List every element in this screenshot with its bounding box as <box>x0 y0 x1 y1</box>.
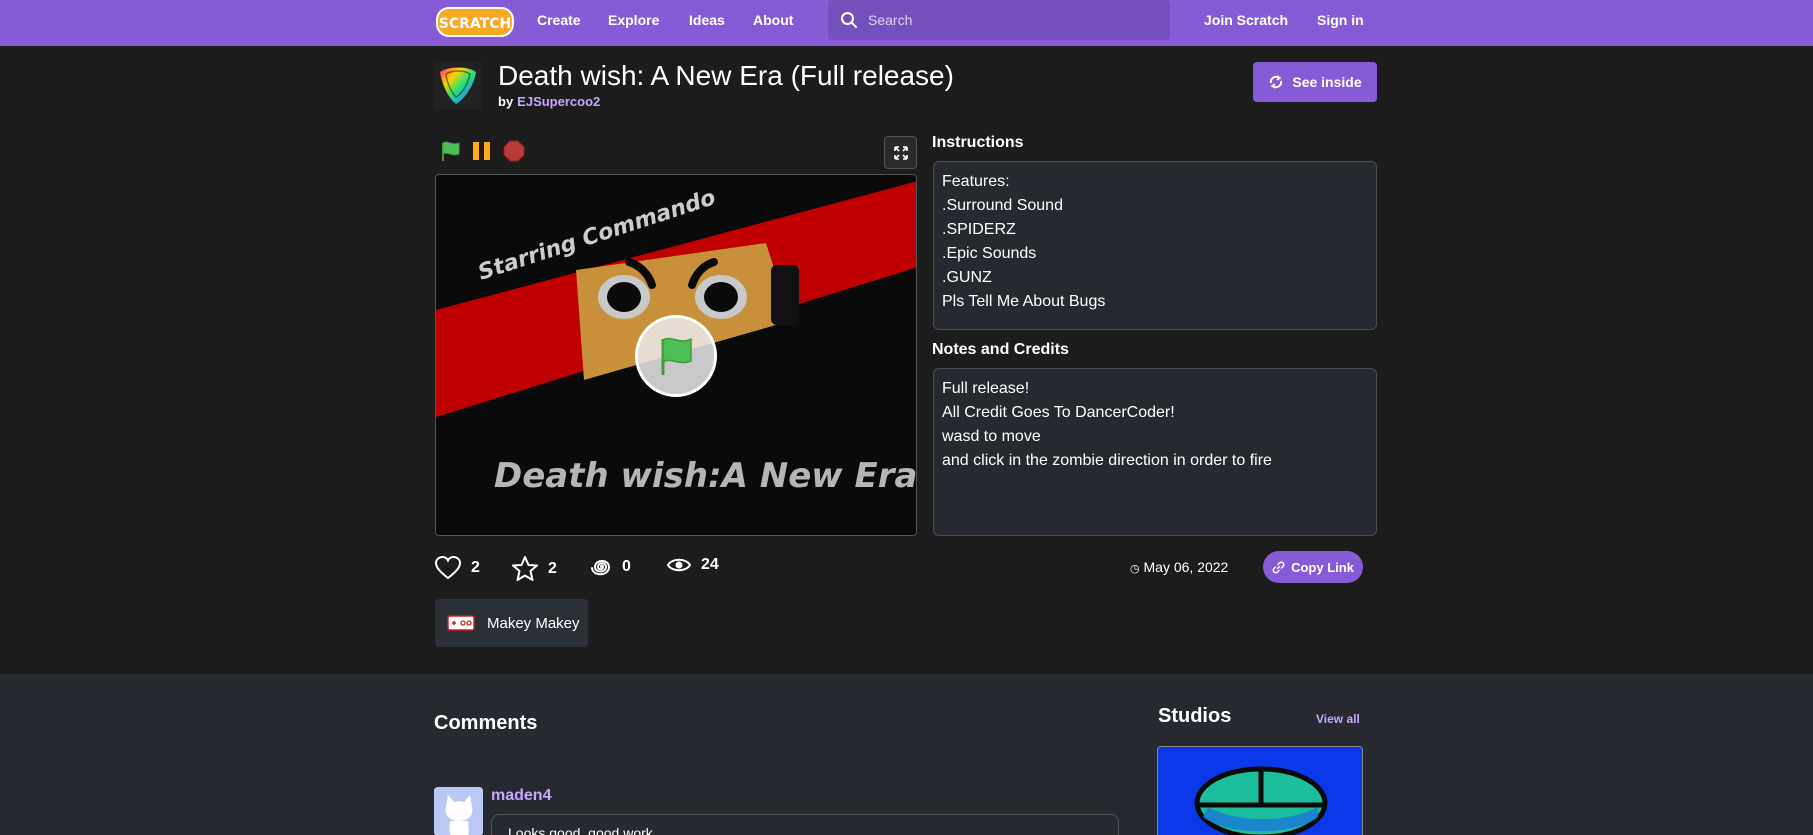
heart-icon <box>435 556 461 580</box>
stop-icon[interactable] <box>503 140 525 162</box>
instructions-line: .Surround Sound <box>942 197 1063 214</box>
project-byline: by EJSupercoo2 <box>498 94 600 109</box>
project-thumbnail <box>434 62 482 110</box>
copy-link-button[interactable]: Copy Link <box>1263 551 1363 583</box>
avatar[interactable] <box>434 787 483 835</box>
nav-ideas[interactable]: Ideas <box>689 12 725 28</box>
instructions-line: .SPIDERZ <box>942 221 1016 238</box>
comments-heading: Comments <box>434 712 538 734</box>
studios-heading: Studios <box>1158 705 1232 727</box>
studio-thumbnail[interactable] <box>1157 746 1363 835</box>
share-date: ◷ May 06, 2022 <box>1130 559 1228 575</box>
remix-arrows-icon <box>1270 75 1283 89</box>
instructions-heading: Instructions <box>932 134 1024 151</box>
favorite-stat[interactable]: 2 <box>512 556 557 581</box>
pause-icon[interactable] <box>471 140 493 162</box>
extension-label: Makey Makey <box>487 614 580 632</box>
project-title: Death wish: A New Era (Full release) <box>498 60 954 91</box>
see-inside-label: See inside <box>1292 74 1362 90</box>
star-icon <box>512 556 538 581</box>
green-flag-icon[interactable] <box>440 140 462 162</box>
notes-heading: Notes and Credits <box>932 341 1069 358</box>
notes-line: All Credit Goes To DancerCoder! <box>942 404 1175 421</box>
remix-spiral-icon <box>591 560 611 576</box>
green-flag-icon <box>661 337 692 375</box>
comment-text: Looks good, good work <box>508 825 653 835</box>
love-stat[interactable]: 2 <box>435 556 480 580</box>
author-link[interactable]: EJSupercoo2 <box>517 94 600 109</box>
share-date-text: May 06, 2022 <box>1143 559 1229 575</box>
see-inside-button[interactable]: See inside <box>1253 62 1377 102</box>
notes-line: and click in the zombie direction in ord… <box>942 452 1272 469</box>
sign-in-link[interactable]: Sign in <box>1317 12 1364 28</box>
fullscreen-icon <box>893 145 908 160</box>
notes-box: Full release! All Credit Goes To DancerC… <box>933 368 1377 536</box>
comment-bubble: Looks good, good work <box>491 814 1119 835</box>
search-placeholder: Search <box>868 12 913 28</box>
view-stat: 24 <box>667 556 719 574</box>
remix-stat: 0 <box>590 556 631 578</box>
instructions-box: Features: .Surround Sound .SPIDERZ .Epic… <box>933 161 1377 330</box>
calendar-icon: ◷ <box>1130 563 1140 575</box>
comment-username[interactable]: maden4 <box>491 787 551 805</box>
favorite-count: 2 <box>548 559 557 577</box>
comments-section <box>0 674 1813 835</box>
extension-chip: Makey Makey <box>435 599 588 647</box>
stage-title-text: Death wish:A New Era <box>494 456 917 496</box>
eye-icon <box>667 558 691 572</box>
view-count: 24 <box>701 556 719 573</box>
notes-line: wasd to move <box>942 428 1041 445</box>
search-input[interactable]: Search <box>828 0 1170 40</box>
start-overlay-button[interactable] <box>635 315 717 397</box>
instructions-line: .GUNZ <box>942 269 992 286</box>
svg-text:SCRATCH: SCRATCH <box>439 16 511 32</box>
nav-create[interactable]: Create <box>537 12 581 28</box>
by-label: by <box>498 94 514 109</box>
nav-about[interactable]: About <box>753 12 793 28</box>
scratch-logo[interactable]: SCRATCH <box>436 6 514 38</box>
instructions-line: .Epic Sounds <box>942 245 1037 262</box>
fullscreen-button[interactable] <box>884 136 917 169</box>
instructions-line: Pls Tell Me About Bugs <box>942 293 1106 310</box>
link-icon <box>1272 561 1285 573</box>
remix-count: 0 <box>622 558 631 575</box>
notes-line: Full release! <box>942 380 1030 397</box>
instructions-line: Features: <box>942 173 1010 190</box>
view-all-studios-link[interactable]: View all <box>1316 712 1360 726</box>
copy-link-label: Copy Link <box>1291 559 1354 575</box>
nav-explore[interactable]: Explore <box>608 12 659 28</box>
makey-makey-icon <box>447 615 475 631</box>
love-count: 2 <box>471 559 480 576</box>
top-nav-bar: SCRATCH Create Explore Ideas About Searc… <box>0 0 1813 46</box>
search-icon <box>841 12 857 28</box>
join-scratch-link[interactable]: Join Scratch <box>1204 12 1288 28</box>
